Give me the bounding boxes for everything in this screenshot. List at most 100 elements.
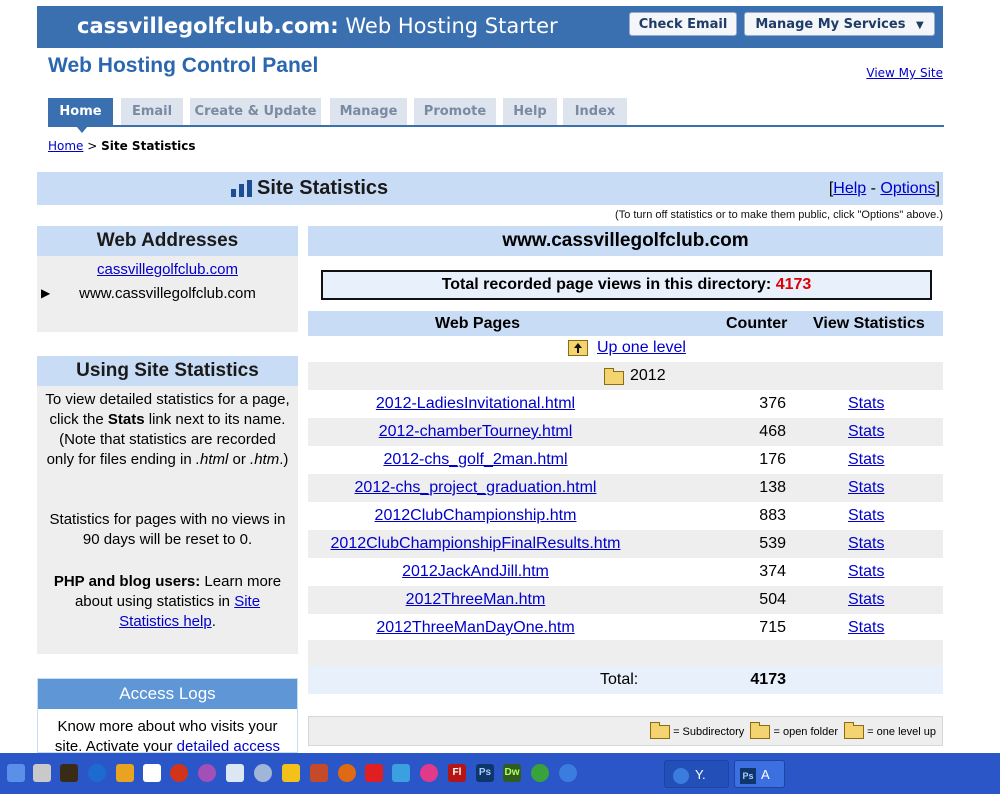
tab-promote[interactable]: Promote xyxy=(414,98,496,126)
quicklaunch-app-icon[interactable] xyxy=(33,764,51,782)
tab-underline xyxy=(48,125,944,127)
page-link[interactable]: 2012ThreeMan.htm xyxy=(308,591,643,609)
stats-link[interactable]: Stats xyxy=(848,591,884,609)
help-options-links: [Help - Options] xyxy=(828,180,940,197)
quicklaunch-app4-icon[interactable] xyxy=(531,764,549,782)
page-counter: 504 xyxy=(759,591,786,608)
quicklaunch-app3-icon[interactable] xyxy=(420,764,438,782)
total-row-label: Total: xyxy=(600,671,639,688)
taskbar-photoshop-label: A xyxy=(761,767,770,782)
up-one-level-link[interactable]: Up one level xyxy=(597,339,686,357)
options-link[interactable]: Options xyxy=(880,180,935,197)
quicklaunch-tools-icon[interactable] xyxy=(310,764,328,782)
total-views-box: Total recorded page views in this direct… xyxy=(321,270,932,300)
stats-link[interactable]: Stats xyxy=(848,507,884,525)
page-counter: 883 xyxy=(759,507,786,524)
options-note: (To turn off statistics or to make them … xyxy=(615,209,943,221)
quicklaunch-desktop-icon[interactable] xyxy=(7,764,25,782)
page-link[interactable]: 2012JackAndJill.htm xyxy=(308,563,643,581)
quicklaunch-flash-icon[interactable]: Fl xyxy=(448,764,466,782)
quicklaunch-ie-icon[interactable] xyxy=(559,764,577,782)
stats-link[interactable]: Stats xyxy=(848,423,884,441)
check-email-button[interactable]: Check Email xyxy=(629,12,737,36)
quicklaunch-star-icon[interactable] xyxy=(60,764,78,782)
manage-services-button[interactable]: Manage My Services ▼ xyxy=(744,12,935,36)
folder-row: 2012 xyxy=(308,362,943,390)
using-paragraph-2: Statistics for pages with no views in 90… xyxy=(49,511,286,548)
legend-open-folder: = open folder xyxy=(770,725,842,738)
domain-heading: www.cassvillegolfclub.com xyxy=(308,226,943,256)
tab-home[interactable]: Home xyxy=(48,98,113,126)
tab-manage[interactable]: Manage xyxy=(330,98,407,126)
page-link[interactable]: 2012ThreeManDayOne.htm xyxy=(308,619,643,637)
page-counter: 176 xyxy=(759,451,786,468)
quicklaunch-app2-icon[interactable] xyxy=(392,764,410,782)
table-row: 2012-chs_golf_2man.html 176 Stats xyxy=(308,446,943,474)
tab-email[interactable]: Email xyxy=(121,98,183,126)
site-name: cassvillegolfclub.com: Web Hosting Start… xyxy=(77,14,558,38)
stats-link[interactable]: Stats xyxy=(848,535,884,553)
tab-help[interactable]: Help xyxy=(503,98,557,126)
taskbar-ie-window[interactable]: Y. xyxy=(664,760,729,788)
quicklaunch-calculator-icon[interactable] xyxy=(143,764,161,782)
chevron-down-icon: ▼ xyxy=(915,20,924,31)
tab-create-update[interactable]: Create & Update xyxy=(190,98,321,126)
stats-link[interactable]: Stats xyxy=(848,479,884,497)
page-counter: 539 xyxy=(759,535,786,552)
col-web-pages: Web Pages xyxy=(435,315,521,332)
page-link[interactable]: 2012-LadiesInvitational.html xyxy=(308,395,643,413)
site-statistics-header: Site Statistics [Help - Options] xyxy=(37,172,943,205)
up-level-row: Up one level xyxy=(308,336,943,362)
access-logs-text: Know more about who visits your site. Ac… xyxy=(54,718,281,753)
quicklaunch-chrome-icon[interactable] xyxy=(170,764,188,782)
table-row: 2012JackAndJill.htm 374 Stats xyxy=(308,558,943,586)
col-counter: Counter xyxy=(726,315,788,332)
page-counter: 376 xyxy=(759,395,786,412)
page-counter: 138 xyxy=(759,479,786,496)
stats-link[interactable]: Stats xyxy=(848,563,884,581)
breadcrumb-home-link[interactable]: Home xyxy=(48,139,83,153)
bar-chart-icon xyxy=(231,180,252,197)
taskbar-photoshop-window[interactable]: Ps A xyxy=(734,760,785,788)
statistics-main: www.cassvillegolfclub.com Total recorded… xyxy=(308,226,943,746)
stats-link[interactable]: Stats xyxy=(848,619,884,637)
quicklaunch-firefox-icon[interactable] xyxy=(338,764,356,782)
quicklaunch-itunes-icon[interactable] xyxy=(254,764,272,782)
page-title: Web Hosting Control Panel xyxy=(48,54,319,77)
photoshop-icon: Ps xyxy=(740,767,756,784)
quicklaunch-globe-icon[interactable] xyxy=(88,764,106,782)
total-views-value: 4173 xyxy=(775,276,812,293)
detailed-access-link[interactable]: detailed access xyxy=(177,738,280,752)
stats-link[interactable]: Stats xyxy=(848,451,884,469)
up-folder-icon xyxy=(568,340,588,356)
using-statistics-title: Using Site Statistics xyxy=(37,356,298,386)
quicklaunch-dreamweaver-icon[interactable]: Dw xyxy=(503,764,521,782)
domain-link[interactable]: cassvillegolfclub.com xyxy=(37,261,298,278)
quicklaunch-media-icon[interactable] xyxy=(198,764,216,782)
breadcrumb-separator: > xyxy=(83,139,102,153)
quicklaunch-aim-icon[interactable] xyxy=(116,764,134,782)
quicklaunch-photoshop-icon[interactable]: Ps xyxy=(476,764,494,782)
folder-legend: = Subdirectory = open folder = one level… xyxy=(308,716,943,746)
help-link[interactable]: Help xyxy=(833,180,866,197)
access-logs-title: Access Logs xyxy=(38,679,297,709)
folder-name: 2012 xyxy=(630,367,666,384)
stats-link[interactable]: Stats xyxy=(848,395,884,413)
quicklaunch-acrobat-icon[interactable] xyxy=(365,764,383,782)
view-my-site-link[interactable]: View My Site xyxy=(866,66,943,80)
current-address: www.cassvillegolfclub.com xyxy=(79,285,256,302)
page-link[interactable]: 2012-chamberTourney.html xyxy=(308,423,643,441)
page-link[interactable]: 2012ClubChampionship.htm xyxy=(308,507,643,525)
quicklaunch-clock-icon[interactable] xyxy=(226,764,244,782)
quicklaunch-pencil-icon[interactable] xyxy=(282,764,300,782)
table-row: 2012ThreeManDayOne.htm 715 Stats xyxy=(308,614,943,642)
using-paragraph-3: PHP and blog users: Learn more about usi… xyxy=(53,573,282,630)
table-row: 2012ClubChampionshipFinalResults.htm 539… xyxy=(308,530,943,558)
page-link[interactable]: 2012ClubChampionshipFinalResults.htm xyxy=(308,535,643,553)
tab-index[interactable]: Index xyxy=(563,98,627,126)
open-folder-legend-icon xyxy=(750,722,771,739)
manage-services-label: Manage My Services xyxy=(755,17,906,32)
access-logs-box: Access Logs Know more about who visits y… xyxy=(37,678,298,753)
page-link[interactable]: 2012-chs_project_graduation.html xyxy=(308,479,643,497)
page-link[interactable]: 2012-chs_golf_2man.html xyxy=(308,451,643,469)
